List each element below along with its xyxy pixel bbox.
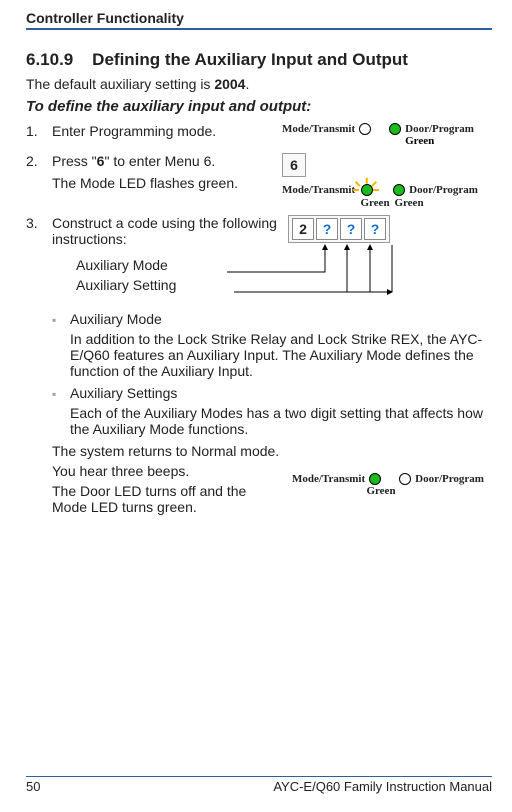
- step-2: 2. Press " 6 " to enter Menu 6. The Mode L…: [26, 153, 492, 209]
- step-text: Enter Programming mode.: [52, 123, 282, 139]
- mode-led-off-icon: [359, 123, 371, 135]
- door-program-label: Door/Program: [405, 123, 474, 135]
- step-text-b: " to enter Menu 6.: [104, 153, 215, 169]
- green-label: Green: [358, 197, 392, 209]
- mode-led-flashing-icon: [359, 183, 375, 197]
- door-led-off-icon: [399, 473, 411, 485]
- manual-title: AYC-E/Q60 Family Instruction Manual: [273, 779, 492, 794]
- led-diagram-final: Mode/Transmit Door/Program: [292, 473, 492, 485]
- bullet-para: In addition to the Lock Strike Relay and…: [70, 331, 492, 379]
- green-label: Green: [405, 135, 434, 147]
- final-p2: You hear three beeps.: [52, 463, 284, 479]
- bullet-title: Auxiliary Settings: [70, 385, 492, 403]
- door-led-green-icon: [389, 123, 401, 135]
- procedure-subhead: To define the auxiliary input and output…: [26, 98, 492, 115]
- led-diagram-step2: Mode/Transmit Door/Program: [282, 183, 492, 197]
- step-text-a: Press ": [52, 153, 97, 169]
- step-note: The Mode LED flashes green.: [52, 175, 282, 191]
- callout-arrows-icon: [172, 215, 432, 307]
- section-title-text: Defining the Auxiliary Input and Output: [92, 50, 408, 69]
- intro-value: 2004: [214, 76, 245, 92]
- mode-transmit-label: Mode/Transmit: [282, 123, 355, 135]
- led-diagram-step1: Mode/Transmit Door/Program Green: [282, 123, 492, 147]
- intro-prefix: The default auxiliary setting is: [26, 76, 214, 92]
- door-program-label: Door/Program: [415, 473, 484, 485]
- intro-suffix: .: [245, 76, 249, 92]
- bullet-icon: ▪: [52, 385, 70, 403]
- section-heading: 6.10.9 Defining the Auxiliary Input and …: [26, 50, 492, 70]
- mode-transmit-label: Mode/Transmit: [292, 473, 365, 485]
- intro-line: The default auxiliary setting is 2004.: [26, 76, 492, 92]
- step-number: 1.: [26, 123, 52, 139]
- running-head: Controller Functionality: [26, 10, 492, 30]
- step-number: 3.: [26, 215, 52, 231]
- door-led-green-icon: [393, 184, 405, 196]
- page-footer: 50 AYC-E/Q60 Family Instruction Manual: [26, 776, 492, 794]
- bullet-para: Each of the Auxiliary Modes has a two di…: [70, 405, 492, 437]
- mode-led-green-icon: [369, 473, 381, 485]
- door-program-label: Door/Program: [409, 184, 478, 196]
- step-number: 2.: [26, 153, 52, 169]
- step-3: 3. Construct a code using the following …: [26, 215, 492, 305]
- final-p1: The system returns to Normal mode.: [52, 443, 284, 459]
- mode-transmit-label: Mode/Transmit: [282, 184, 355, 196]
- step-1: 1. Enter Programming mode. Mode/Transmit…: [26, 123, 492, 147]
- bullet-title: Auxiliary Mode: [70, 311, 492, 329]
- green-label: Green: [392, 197, 426, 209]
- page-number: 50: [26, 779, 40, 794]
- green-label: Green: [364, 485, 398, 497]
- bullet-icon: ▪: [52, 311, 70, 329]
- bullet-aux-settings: ▪ Auxiliary Settings: [52, 385, 492, 403]
- section-number: 6.10.9: [26, 50, 73, 69]
- final-p3: The Door LED turns off and the Mode LED …: [52, 483, 284, 515]
- keycap-6-icon: 6: [282, 153, 306, 177]
- bullet-aux-mode: ▪ Auxiliary Mode: [52, 311, 492, 329]
